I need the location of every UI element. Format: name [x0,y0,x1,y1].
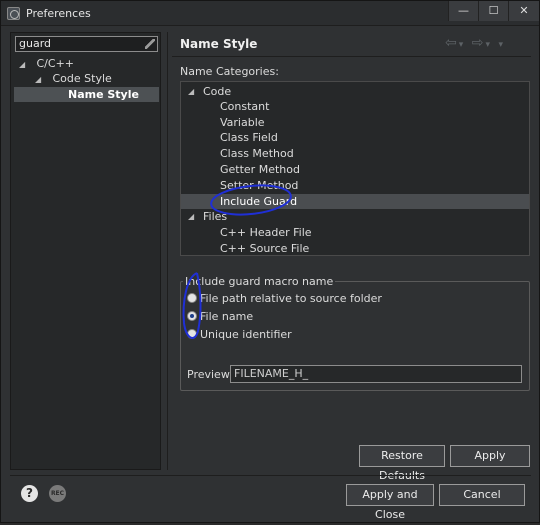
radio-unique-identifier[interactable]: Unique identifier [187,328,292,342]
tree-item-label: C/C++ [36,57,75,70]
radio-file-name[interactable]: File name [187,310,253,324]
expand-arrow-icon[interactable]: ◢ [188,209,194,224]
category-item[interactable]: Constant [181,99,529,114]
category-label: Variable [220,116,265,129]
category-item[interactable]: Variable [181,115,529,130]
back-arrow-icon[interactable]: ⇦ [445,35,459,51]
tree-item-label: Name Style [68,88,139,101]
help-icon[interactable]: ? [21,485,38,502]
category-label: Setter Method [220,179,299,192]
category-item[interactable]: Setter Method [181,178,529,193]
history-navigation: ⇦▾ ⇨▾ ▾ [445,35,505,51]
minimize-button[interactable]: — [448,1,478,21]
app-icon [7,7,20,20]
footer-separator [10,475,531,476]
radio-button[interactable] [187,329,197,339]
include-guard-group-title: Include guard macro name [183,275,336,288]
restore-defaults-button[interactable]: Restore Defaults [359,445,445,482]
category-item[interactable]: Class Field [181,130,529,145]
filter-input[interactable]: guard [15,36,158,52]
cancel-button[interactable]: Cancel [439,484,525,506]
category-label: C++ Header File [220,226,312,239]
radio-button[interactable] [187,293,197,303]
preview-field: FILENAME_H_ [230,365,522,383]
category-group-files[interactable]: ◢ Files [181,209,529,224]
category-label: C++ Source File [220,242,310,255]
page-title: Name Style [180,37,258,51]
maximize-button[interactable]: ☐ [478,1,508,21]
tree-item-label: Code Style [52,72,112,85]
category-label: Files [203,210,228,223]
title-bar[interactable]: Preferences — ☐ ✕ [1,1,539,26]
tree-item-code-style[interactable]: ◢ Code Style [35,71,112,86]
category-label: Class Field [220,131,278,144]
category-label: Constant [220,100,270,113]
expand-arrow-icon[interactable]: ◢ [188,84,194,99]
radio-label: Unique identifier [200,328,292,341]
apply-and-close-button[interactable]: Apply and Close [346,484,434,521]
rec-icon[interactable]: REC [49,485,66,502]
window-title: Preferences [26,7,91,20]
name-categories-tree[interactable]: ◢ Code Constant Variable Class Field Cla… [180,81,530,256]
tree-item-c-cpp[interactable]: ◢ C/C++ [19,56,74,71]
view-menu-icon[interactable]: ▾ [498,40,505,50]
radio-file-path[interactable]: File path relative to source folder [187,292,382,306]
back-menu-icon[interactable]: ▾ [459,40,466,50]
forward-arrow-icon[interactable]: ⇨ [472,35,486,51]
category-item[interactable]: C++ Header File [181,225,529,240]
category-item[interactable]: C++ Source File [181,241,529,255]
preview-label: Preview: [187,368,233,381]
categories-label: Name Categories: [180,65,279,78]
category-group-code[interactable]: ◢ Code [181,84,529,99]
tree-item-name-style[interactable]: Name Style [14,87,159,102]
pane-divider[interactable] [167,32,168,470]
forward-menu-icon[interactable]: ▾ [485,40,492,50]
expand-arrow-icon[interactable]: ◢ [19,57,29,72]
category-item[interactable]: Class Method [181,146,529,161]
category-label: Code [203,85,232,98]
radio-label: File path relative to source folder [200,292,382,305]
header-separator [172,56,531,57]
close-button[interactable]: ✕ [508,1,539,21]
category-label: Include Guard [220,195,298,208]
clear-filter-icon[interactable] [145,39,155,49]
preferences-window: Preferences — ☐ ✕ guard ◢ C/C++ ◢ Code S… [0,0,540,523]
category-item[interactable]: Getter Method [181,162,529,177]
preference-tree-pane: guard ◢ C/C++ ◢ Code Style Name Style [10,32,161,470]
filter-input-value: guard [19,37,52,50]
expand-arrow-icon[interactable]: ◢ [35,72,45,87]
radio-label: File name [200,310,254,323]
apply-button[interactable]: Apply [450,445,530,467]
radio-button-selected[interactable] [187,311,197,321]
category-item-selected[interactable]: Include Guard [181,194,529,209]
category-label: Class Method [220,147,294,160]
category-label: Getter Method [220,163,300,176]
